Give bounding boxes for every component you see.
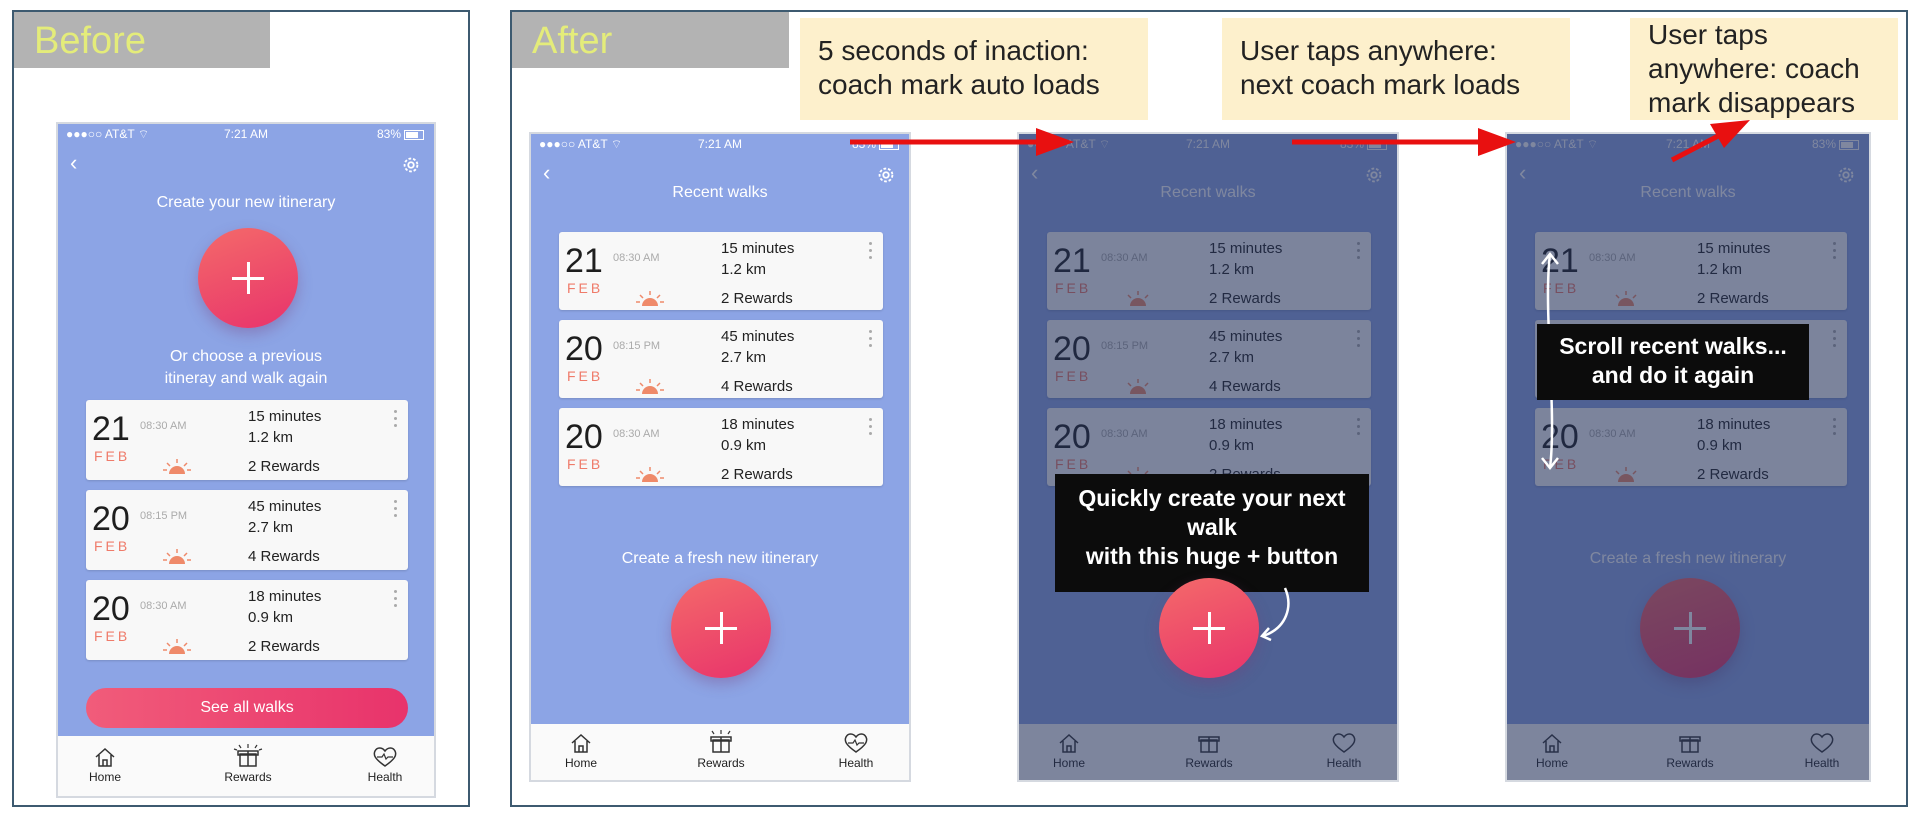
flow-arrows: [850, 120, 1750, 163]
arrow-to-coach-2: [1292, 128, 1516, 156]
arrow-dismiss: [1670, 120, 1750, 163]
arrow-to-coach-1: [850, 128, 1074, 156]
